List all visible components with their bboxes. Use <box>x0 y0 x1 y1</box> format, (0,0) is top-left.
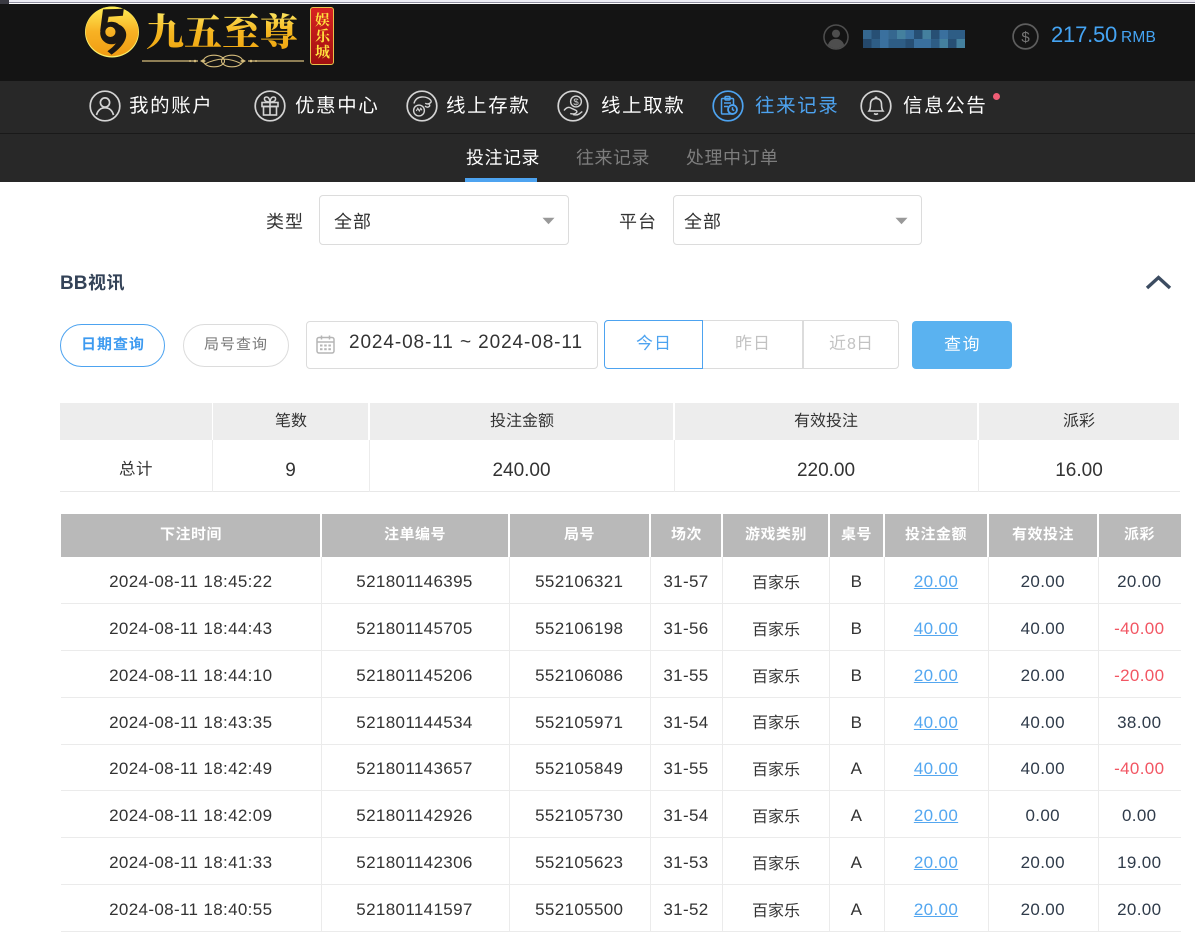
svg-text:$: $ <box>573 97 579 108</box>
svg-text:$: $ <box>1021 29 1030 46</box>
